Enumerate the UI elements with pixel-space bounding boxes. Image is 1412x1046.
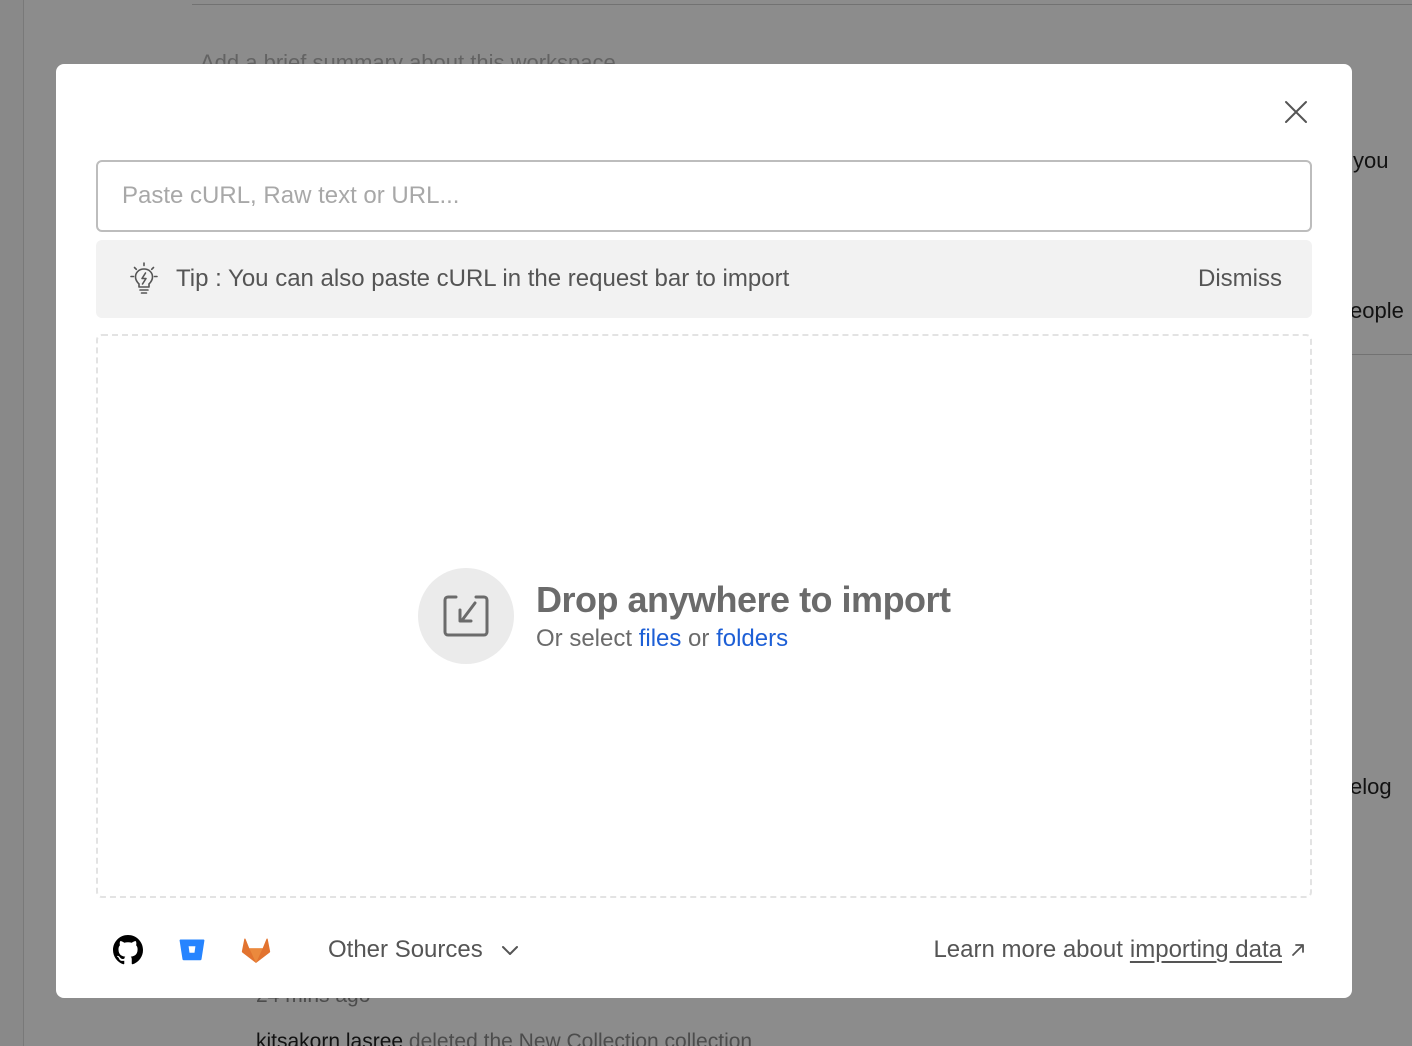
- select-folders-link[interactable]: folders: [716, 625, 788, 652]
- select-files-link[interactable]: files: [639, 625, 682, 652]
- lightbulb-icon: [126, 261, 162, 297]
- importing-data-link[interactable]: importing data: [1130, 936, 1282, 964]
- import-footer: Other Sources Learn more about importing…: [96, 926, 1312, 974]
- github-icon: [113, 935, 143, 965]
- github-button[interactable]: [110, 932, 146, 968]
- drop-prompt: Drop anywhere to import Or select files …: [418, 568, 951, 664]
- other-sources-dropdown[interactable]: Other Sources: [328, 936, 519, 964]
- drop-subtitle: Or select files or folders: [536, 625, 951, 653]
- chevron-down-icon: [501, 944, 519, 956]
- drop-title: Drop anywhere to import: [536, 579, 951, 620]
- drop-zone[interactable]: Drop anywhere to import Or select files …: [96, 334, 1312, 898]
- import-modal: Tip : You can also paste cURL in the req…: [56, 64, 1352, 998]
- close-button[interactable]: [1280, 96, 1312, 128]
- drop-text: Drop anywhere to import Or select files …: [536, 579, 951, 653]
- gitlab-button[interactable]: [238, 932, 274, 968]
- import-icon: [418, 568, 514, 664]
- drop-subtitle-middle: or: [681, 625, 717, 652]
- external-link-icon: [1290, 942, 1306, 958]
- tip-text: Tip : You can also paste cURL in the req…: [176, 265, 790, 292]
- learn-more-prefix: Learn more about: [933, 936, 1123, 963]
- gitlab-icon: [241, 938, 271, 963]
- close-icon: [1285, 101, 1307, 123]
- drop-subtitle-prefix: Or select: [536, 625, 639, 652]
- bitbucket-icon: [179, 939, 205, 961]
- learn-more: Learn more about importing data: [933, 936, 1306, 964]
- dismiss-button[interactable]: Dismiss: [1198, 265, 1282, 293]
- tip-bar: Tip : You can also paste cURL in the req…: [96, 240, 1312, 318]
- import-input[interactable]: [96, 160, 1312, 232]
- bitbucket-button[interactable]: [174, 932, 210, 968]
- other-sources-label: Other Sources: [328, 936, 483, 963]
